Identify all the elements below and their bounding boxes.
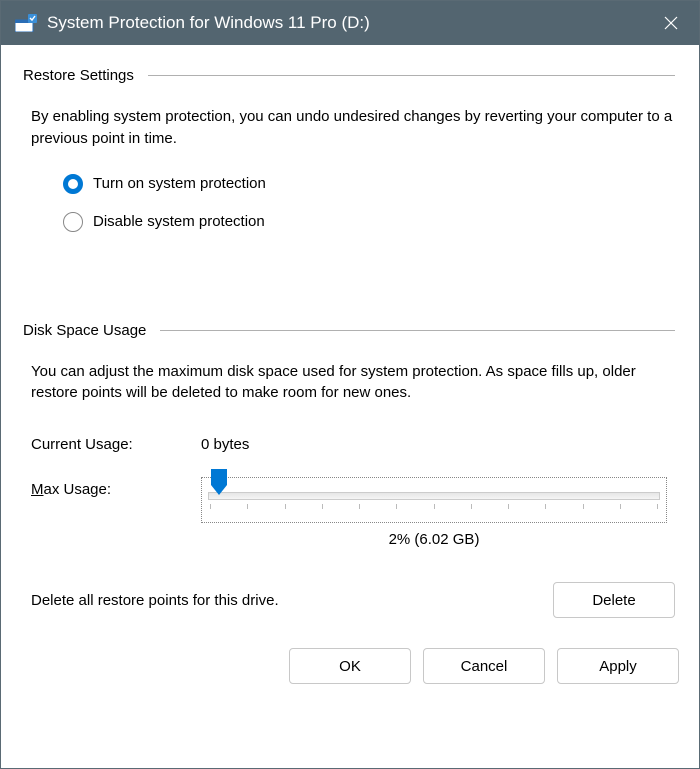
radio-label: Disable system protection bbox=[93, 213, 265, 230]
close-button[interactable] bbox=[643, 1, 699, 45]
radio-disable[interactable]: Disable system protection bbox=[63, 212, 675, 232]
restore-section-header: Restore Settings bbox=[23, 67, 675, 84]
radio-icon bbox=[63, 212, 83, 232]
apply-button[interactable]: Apply bbox=[557, 648, 679, 684]
disk-description: You can adjust the maximum disk space us… bbox=[23, 361, 675, 405]
max-usage-slider[interactable] bbox=[201, 477, 667, 523]
radio-label: Turn on system protection bbox=[93, 175, 266, 192]
titlebar: System Protection for Windows 11 Pro (D:… bbox=[1, 1, 699, 45]
disk-section-title: Disk Space Usage bbox=[23, 322, 146, 339]
current-usage-value: 0 bytes bbox=[201, 436, 249, 453]
close-icon bbox=[664, 16, 678, 30]
app-icon bbox=[15, 14, 37, 32]
cancel-button[interactable]: Cancel bbox=[423, 648, 545, 684]
ok-button[interactable]: OK bbox=[289, 648, 411, 684]
delete-button[interactable]: Delete bbox=[553, 582, 675, 618]
current-usage-label: Current Usage: bbox=[31, 436, 201, 453]
current-usage-row: Current Usage: 0 bytes bbox=[23, 436, 675, 453]
window-title: System Protection for Windows 11 Pro (D:… bbox=[47, 13, 643, 33]
slider-ticks bbox=[208, 504, 660, 509]
divider bbox=[160, 330, 675, 331]
slider-thumb[interactable] bbox=[210, 468, 228, 496]
disk-section-header: Disk Space Usage bbox=[23, 322, 675, 339]
restore-section-title: Restore Settings bbox=[23, 67, 134, 84]
delete-description: Delete all restore points for this drive… bbox=[31, 592, 279, 609]
divider bbox=[148, 75, 675, 76]
restore-description: By enabling system protection, you can u… bbox=[23, 106, 675, 150]
radio-icon bbox=[63, 174, 83, 194]
dialog-footer: OK Cancel Apply bbox=[1, 634, 699, 698]
radio-turn-on[interactable]: Turn on system protection bbox=[63, 174, 675, 194]
slider-value-label: 2% (6.02 GB) bbox=[201, 531, 667, 548]
slider-track bbox=[208, 492, 660, 500]
protection-radio-group: Turn on system protection Disable system… bbox=[23, 174, 675, 232]
max-usage-label: Max Usage: bbox=[31, 477, 201, 498]
